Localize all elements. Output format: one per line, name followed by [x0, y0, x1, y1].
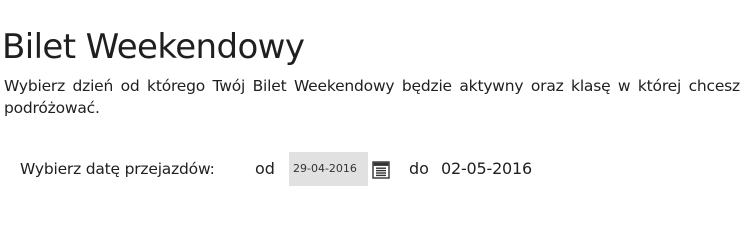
travel-date-label: Wybierz datę przejazdów: — [20, 160, 215, 178]
page-title: Bilet Weekendowy — [2, 26, 305, 67]
calendar-button[interactable] — [371, 160, 391, 180]
to-date-value: 02-05-2016 — [441, 159, 532, 178]
weekend-ticket-page: Bilet Weekendowy Wybierz dzień od któreg… — [0, 0, 744, 204]
calendar-icon — [372, 161, 390, 179]
travel-date-selector: Wybierz datę przejazdów: od do 02-05-201… — [0, 152, 744, 186]
from-label: od — [255, 159, 275, 178]
from-date-input[interactable] — [289, 152, 368, 186]
page-description: Wybierz dzień od którego Twój Bilet Week… — [4, 76, 740, 117]
to-label: do — [409, 159, 429, 178]
